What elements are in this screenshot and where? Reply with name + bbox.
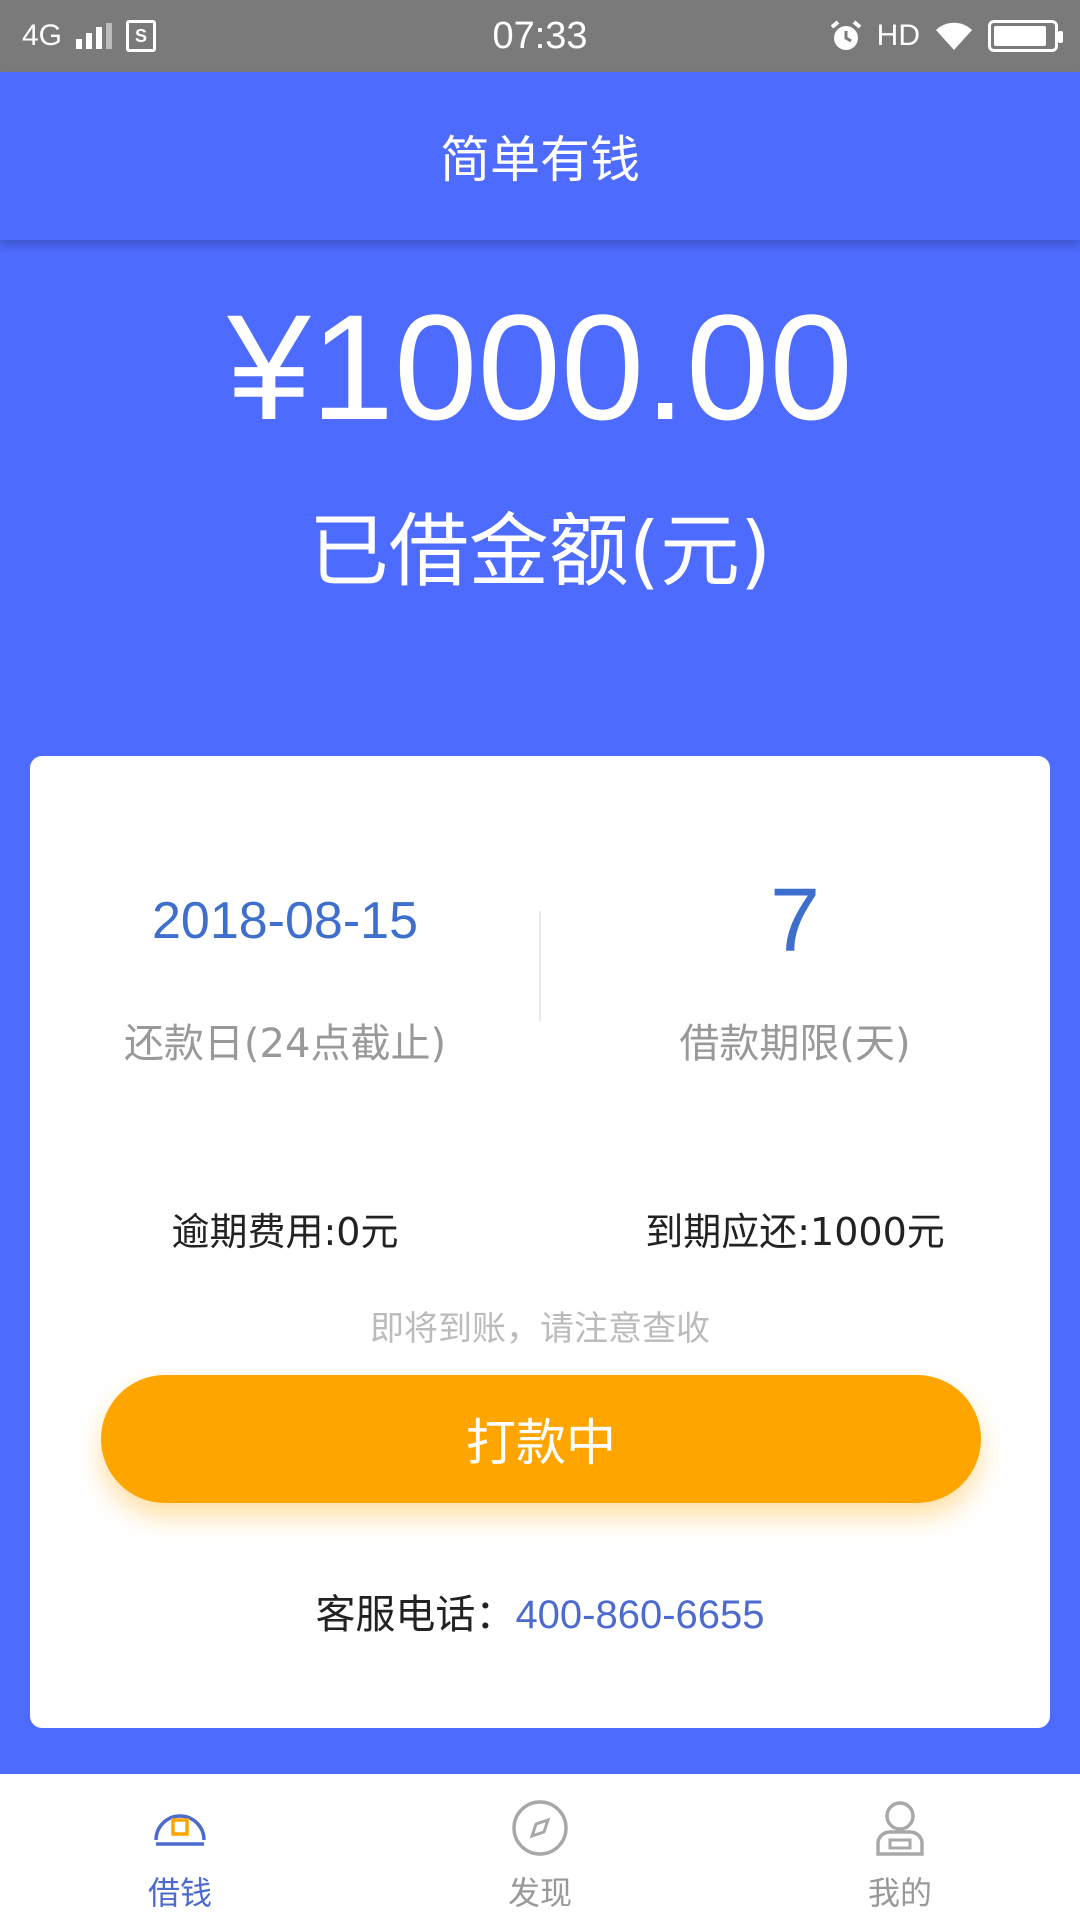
wallet-icon <box>154 1814 206 1846</box>
status-right: HD <box>829 19 1063 53</box>
tab-discover-label: 发现 <box>507 1874 572 1912</box>
service-phone-link[interactable]: 400-860-6655 <box>515 1593 764 1637</box>
loan-amount: ¥1000.00 <box>227 283 853 451</box>
loan-term-label: 借款期限(天) <box>679 1021 911 1067</box>
repay-date-block: 2018-08-15 还款日(24点截止) <box>30 756 540 1069</box>
loan-info-row: 2018-08-15 还款日(24点截止) 7 借款期限(天) <box>30 756 1050 1116</box>
wifi-icon <box>936 22 972 50</box>
loan-term-value: 7 <box>769 871 821 971</box>
page-title: 简单有钱 <box>440 131 640 189</box>
service-label: 客服电话： <box>315 1592 516 1638</box>
sim-icon: S <box>126 20 157 52</box>
payment-status-button[interactable]: 打款中 <box>101 1375 981 1503</box>
customer-service: 客服电话：400-860-6655 <box>30 1582 1050 1640</box>
status-bar: 4G S 07:33 HD <box>0 0 1080 72</box>
bottom-tab-bar: 借钱 发现 我的 <box>0 1774 1080 1920</box>
loan-summary: ¥1000.00 已借金额(元) <box>0 240 1080 602</box>
repay-date-label: 还款日(24点截止) <box>123 1021 447 1067</box>
network-type: 4G <box>22 19 63 52</box>
arrival-notice: 即将到账，请注意查收 <box>370 1309 710 1349</box>
due-amount: 到期应还:1000元 <box>645 1210 945 1254</box>
signal-icon <box>76 23 113 49</box>
user-icon <box>876 1801 924 1856</box>
tab-mine-label: 我的 <box>867 1874 932 1912</box>
alarm-icon <box>830 20 861 50</box>
fee-row: 逾期费用:0元 到期应还:1000元 <box>30 1201 1050 1261</box>
hd-indicator: HD <box>876 19 920 52</box>
overdue-fee: 逾期费用:0元 <box>171 1210 399 1254</box>
loan-details-card: 2018-08-15 还款日(24点截止) 7 借款期限(天) 逾期费用:0元 … <box>30 756 1050 1728</box>
compass-icon <box>512 1800 568 1856</box>
tab-mine[interactable]: 我的 <box>720 1774 1080 1920</box>
battery-icon <box>988 20 1063 52</box>
loan-term-block: 7 借款期限(天) <box>540 756 1050 1069</box>
app-header: 简单有钱 <box>0 72 1080 240</box>
tab-borrow[interactable]: 借钱 <box>0 1774 360 1920</box>
tab-discover[interactable]: 发现 <box>360 1774 720 1920</box>
tab-borrow-label: 借钱 <box>147 1874 212 1912</box>
loan-amount-label: 已借金额(元) <box>308 505 772 598</box>
repay-date-value: 2018-08-15 <box>152 892 418 950</box>
status-left: 4G S <box>22 19 157 53</box>
